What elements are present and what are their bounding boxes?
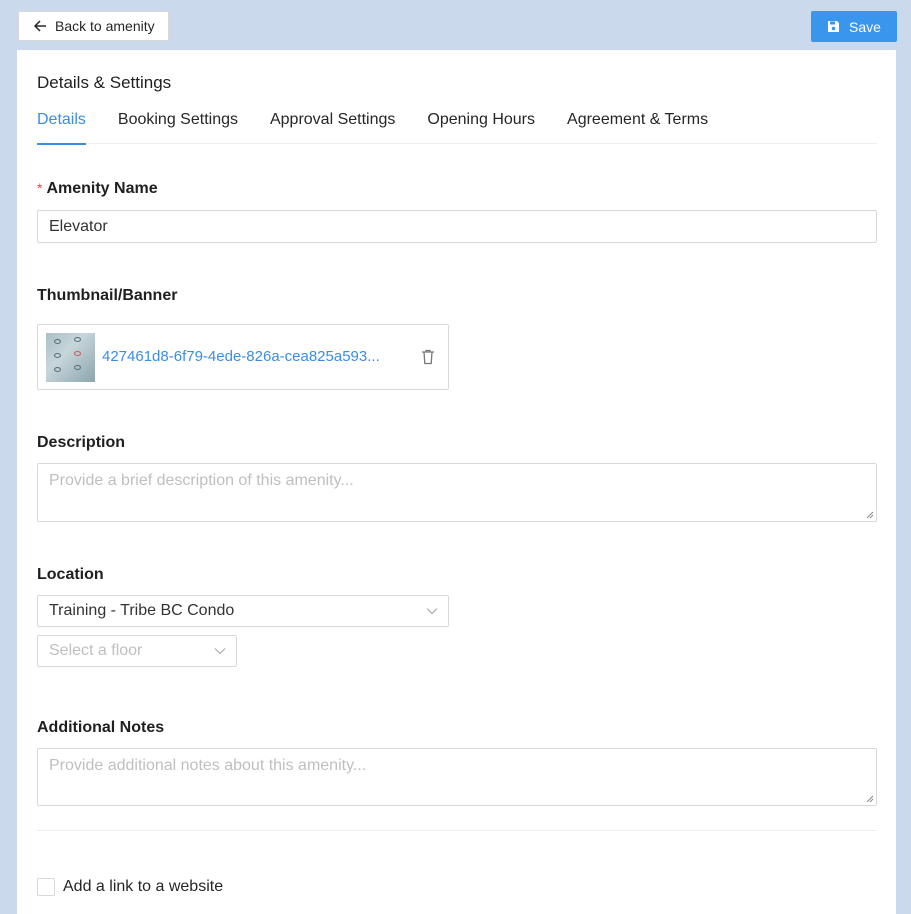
additional-notes-textarea[interactable]: Provide additional notes about this amen… (37, 748, 877, 806)
description-placeholder: Provide a brief description of this amen… (49, 472, 354, 489)
website-link-checkbox[interactable] (37, 878, 55, 896)
thumbnail-file-link[interactable]: 427461d8-6f79-4ede-826a-cea825a593... (102, 348, 402, 365)
amenity-name-label-text: Amenity Name (46, 180, 158, 197)
description-label: Description (37, 434, 126, 451)
section-divider (37, 830, 877, 831)
tab-booking-settings[interactable]: Booking Settings (118, 109, 238, 144)
tab-opening-hours[interactable]: Opening Hours (427, 109, 535, 144)
website-link-row: Add a link to a website (37, 878, 223, 896)
arrow-left-icon (33, 20, 46, 32)
details-panel: Details & Settings Details Booking Setti… (17, 50, 896, 914)
save-disk-icon (828, 21, 840, 32)
back-to-amenity-button[interactable]: Back to amenity (18, 11, 169, 41)
floor-placeholder: Select a floor (49, 642, 143, 659)
additional-notes-placeholder: Provide additional notes about this amen… (49, 757, 367, 774)
tab-approval-settings[interactable]: Approval Settings (270, 109, 395, 144)
tab-details[interactable]: Details (37, 109, 86, 145)
description-textarea[interactable]: Provide a brief description of this amen… (37, 463, 877, 522)
thumbnail-label: Thumbnail/Banner (37, 287, 178, 304)
location-select[interactable]: Training - Tribe BC Condo (37, 595, 449, 627)
chevron-down-icon (214, 648, 226, 655)
top-bar: Back to amenity Save (0, 0, 911, 50)
save-button[interactable]: Save (811, 11, 897, 42)
tab-bar: Details Booking Settings Approval Settin… (37, 109, 877, 145)
amenity-name-value: Elevator (49, 217, 108, 235)
page-title: Details & Settings (37, 73, 172, 92)
location-selected-value: Training - Tribe BC Condo (49, 602, 235, 619)
required-mark: * (37, 180, 43, 196)
location-label: Location (37, 566, 104, 583)
tab-agreement-terms[interactable]: Agreement & Terms (567, 109, 708, 144)
chevron-down-icon (426, 608, 438, 615)
thumbnail-file-card: 427461d8-6f79-4ede-826a-cea825a593... (37, 324, 449, 390)
amenity-name-input[interactable]: Elevator (37, 210, 877, 243)
thumbnail-image[interactable] (46, 333, 95, 382)
trash-icon[interactable] (421, 349, 435, 365)
save-button-label: Save (849, 18, 881, 35)
resize-grip-icon[interactable] (866, 511, 874, 519)
back-button-label: Back to amenity (55, 18, 155, 34)
resize-grip-icon[interactable] (866, 795, 874, 803)
amenity-name-label: * Amenity Name (37, 180, 158, 198)
website-link-label[interactable]: Add a link to a website (63, 878, 223, 896)
additional-notes-label: Additional Notes (37, 719, 165, 736)
floor-select[interactable]: Select a floor (37, 635, 237, 667)
